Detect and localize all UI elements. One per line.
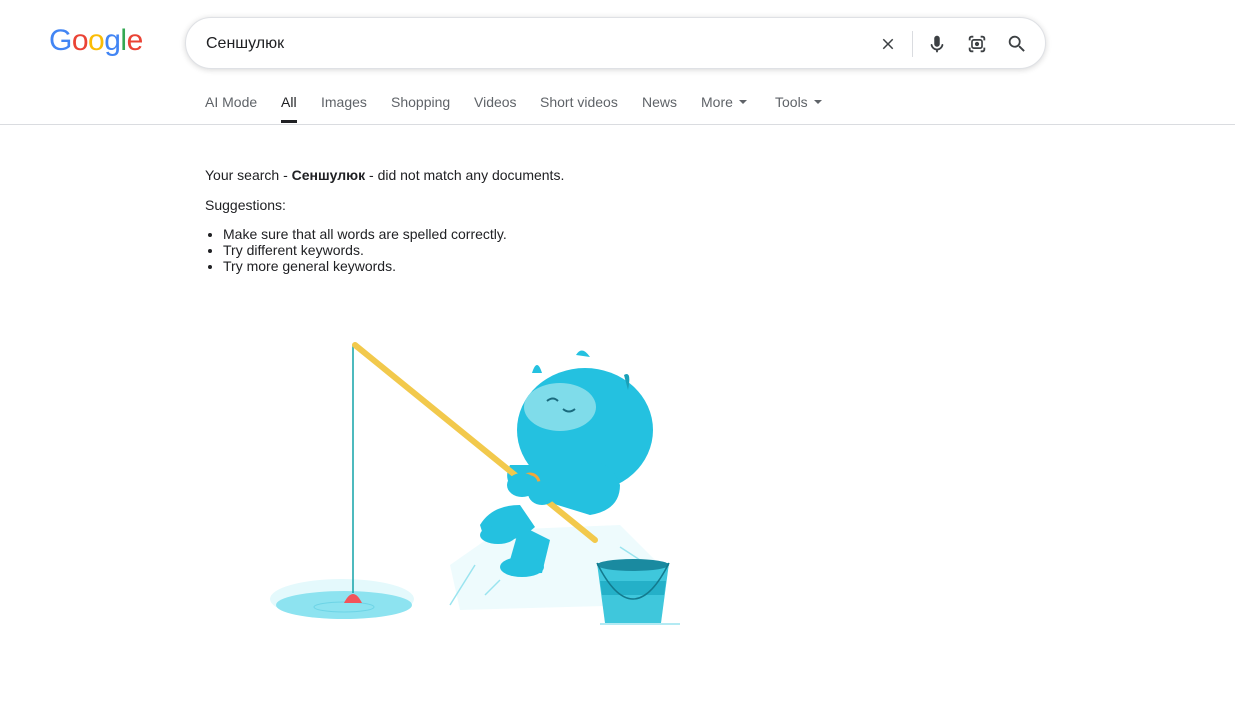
suggestion-item: Make sure that all words are spelled cor… [223,226,905,242]
tab-more[interactable]: More [701,94,747,110]
tab-more-label: More [701,94,733,110]
suggestion-item: Try different keywords. [223,242,905,258]
caret-down-icon [813,100,822,105]
header: Google [0,0,1235,86]
query-text: Сеншулюк [291,167,366,183]
tab-ai-mode[interactable]: AI Mode [205,94,257,110]
no-match-prefix: Your search - [205,167,292,183]
tab-all[interactable]: All [281,94,297,110]
no-results-message: Your search - Сеншулюк - did not match a… [205,166,905,274]
no-match-text: Your search - Сеншулюк - did not match a… [205,166,905,184]
search-divider [912,31,913,57]
close-icon[interactable] [875,31,901,57]
bucket [596,559,680,625]
search-tabs: AI Mode All Images Shopping Videos Short… [0,86,1235,125]
suggestions-list: Make sure that all words are spelled cor… [223,226,905,274]
active-tab-indicator [281,120,297,123]
tab-images[interactable]: Images [321,94,367,110]
search-box [185,17,1046,69]
logo-letter: e [126,24,144,57]
ice-hole [270,579,414,619]
no-match-suffix: - did not match any documents. [365,167,565,183]
tab-news[interactable]: News [642,94,677,110]
search-icon[interactable] [1004,31,1030,57]
logo-letter: o [71,24,89,57]
suggestion-item: Try more general keywords. [223,258,905,274]
tab-tools-label: Tools [775,94,808,110]
suggestions-title: Suggestions: [205,197,286,213]
tab-tools[interactable]: Tools [775,94,822,110]
search-input[interactable] [206,32,846,56]
tab-videos[interactable]: Videos [474,94,517,110]
logo-letter: G [49,24,72,57]
tab-shopping[interactable]: Shopping [391,94,450,110]
camera-lens-icon[interactable] [964,31,990,57]
tab-short-videos[interactable]: Short videos [540,94,618,110]
google-logo[interactable]: Google [49,24,143,58]
logo-letter: g [104,24,121,57]
microphone-icon[interactable] [924,31,950,57]
caret-down-icon [738,100,747,105]
fishing-yeti-illustration [260,335,690,635]
logo-letter: o [88,24,105,57]
